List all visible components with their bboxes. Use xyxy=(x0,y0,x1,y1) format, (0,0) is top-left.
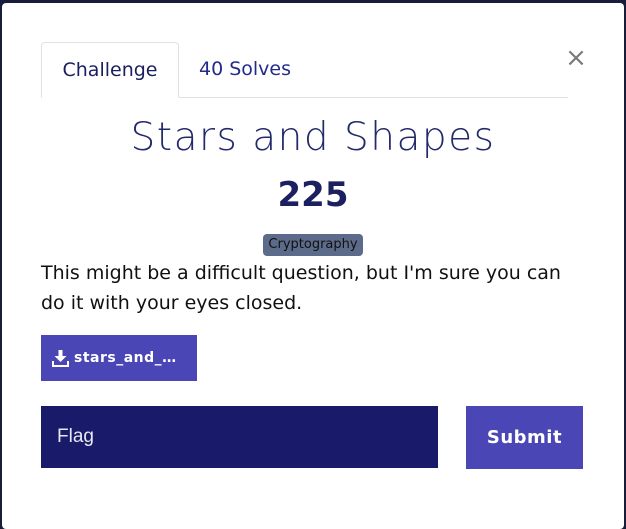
tab-bar: Challenge 40 Solves xyxy=(41,42,568,98)
tag-container: Cryptography xyxy=(2,233,624,256)
tab-challenge[interactable]: Challenge xyxy=(41,42,179,98)
flag-input[interactable] xyxy=(41,406,438,468)
category-badge: Cryptography xyxy=(263,234,363,256)
download-icon xyxy=(52,350,69,367)
close-icon: × xyxy=(565,43,587,73)
challenge-description: This might be a difficult question, but … xyxy=(41,262,561,314)
challenge-modal: Challenge 40 Solves × Stars and Shapes 2… xyxy=(2,3,624,529)
tab-solves[interactable]: 40 Solves xyxy=(180,42,310,96)
close-button[interactable]: × xyxy=(564,44,588,72)
file-name: stars_and_s… xyxy=(74,350,184,366)
file-download-button[interactable]: stars_and_s… xyxy=(41,335,197,381)
challenge-title: Stars and Shapes xyxy=(130,115,496,160)
challenge-points: 225 xyxy=(277,175,349,215)
submit-button[interactable]: Submit xyxy=(466,406,583,469)
